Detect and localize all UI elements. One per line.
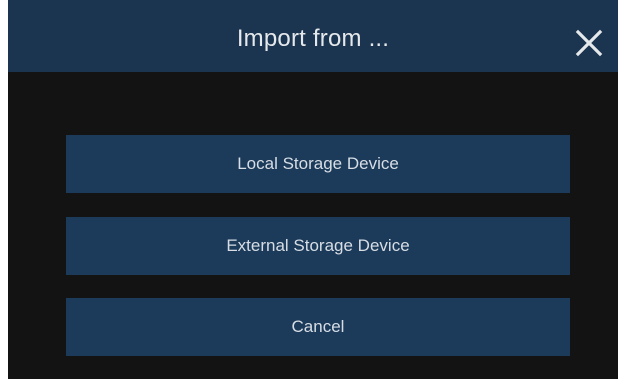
close-icon: [575, 29, 603, 57]
cancel-button[interactable]: Cancel: [66, 298, 570, 356]
dialog-title-bar: Import from ...: [8, 0, 618, 72]
import-dialog: Import from ... Local Storage Device Ext…: [8, 0, 618, 379]
close-button[interactable]: [572, 26, 606, 60]
external-storage-device-button[interactable]: External Storage Device: [66, 217, 570, 275]
dialog-title: Import from ...: [236, 25, 390, 52]
local-storage-device-button[interactable]: Local Storage Device: [66, 135, 570, 193]
